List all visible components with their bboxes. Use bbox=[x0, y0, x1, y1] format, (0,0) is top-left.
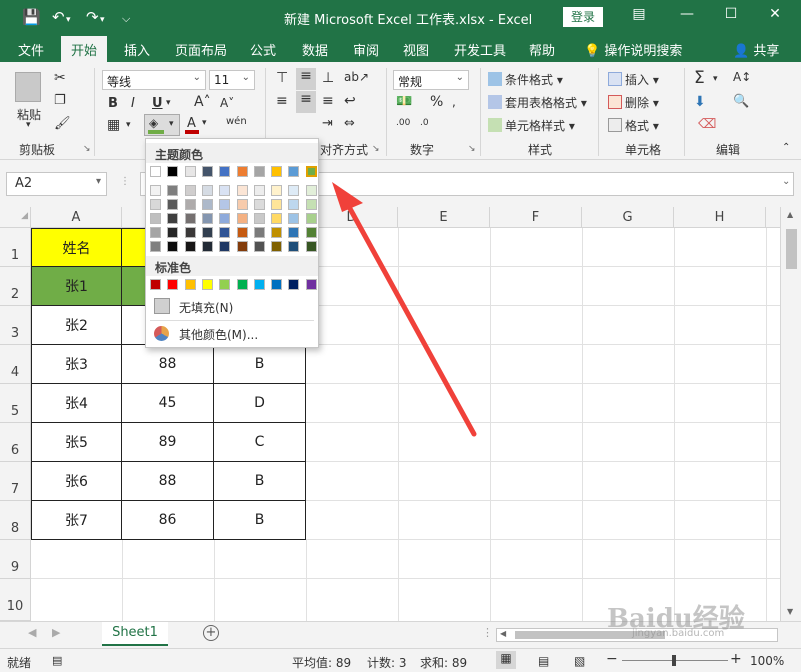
watermark-url: jingyan.baidu.com bbox=[632, 628, 725, 639]
arrow-shaft bbox=[345, 202, 477, 437]
arrow-head bbox=[332, 182, 363, 212]
annotation-arrow bbox=[332, 182, 477, 437]
